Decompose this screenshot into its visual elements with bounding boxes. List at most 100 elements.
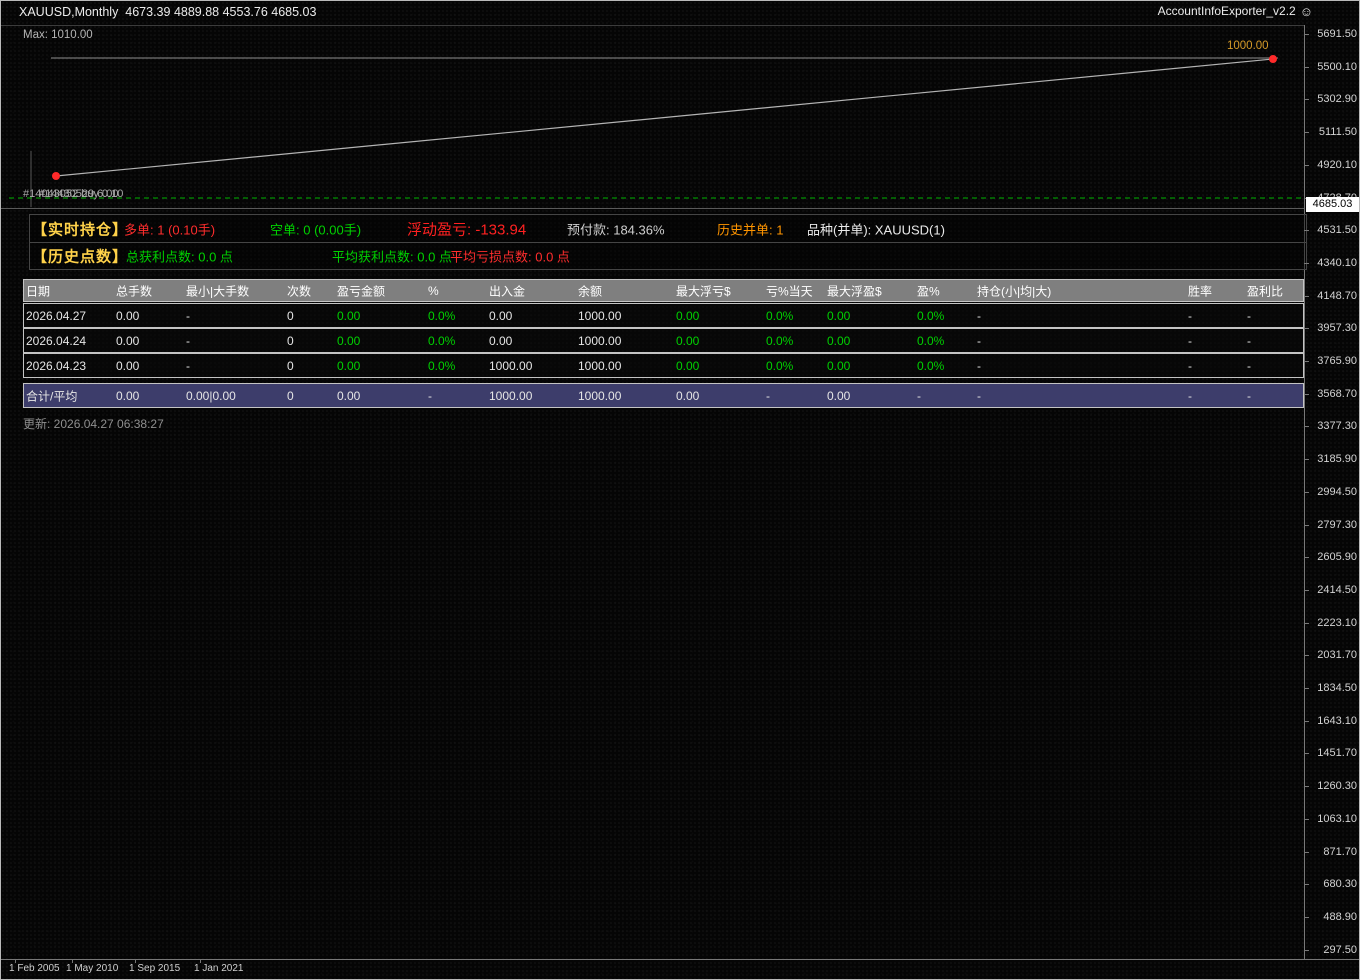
table-cell: 合计/平均 <box>26 389 78 403</box>
table-cell: 0.00 <box>676 333 700 348</box>
balance-end-value-label: 1000.00 <box>1227 40 1269 52</box>
mt4-chart-window: XAUUSD,Monthly 4673.39 4889.88 4553.76 4… <box>0 0 1360 980</box>
update-timestamp: 更新: 2026.04.27 06:38:27 <box>23 417 164 431</box>
table-header-cell: 出入金 <box>489 284 526 298</box>
balance-start-dot <box>52 172 60 180</box>
table-cell: 0.00 <box>489 308 513 323</box>
table-header-cell: % <box>428 283 439 298</box>
table-header-cell: 最小|大手数 <box>186 284 250 298</box>
table-cell: 0.0% <box>917 333 945 348</box>
table-cell: - <box>1247 388 1251 403</box>
table-cell: 0.0% <box>917 308 945 323</box>
table-cell: 0.0% <box>428 333 456 348</box>
realtime-section-label: 【实时持仓】 <box>32 221 129 238</box>
table-cell: - <box>977 358 981 373</box>
table-cell: 0.00 <box>827 388 851 403</box>
table-cell: - <box>977 388 981 403</box>
short-position-value: 空单: 0 (0.00手) <box>270 222 362 237</box>
table-cell: 0.0% <box>428 308 456 323</box>
table-cell: 0.00 <box>676 358 700 373</box>
price-tick-label: 2031.70 <box>1317 649 1357 662</box>
history-merged-value: 历史并单: 1 <box>717 222 784 237</box>
table-cell: 2026.04.24 <box>26 333 87 348</box>
balance-end-dot <box>1269 55 1277 63</box>
table-cell: 0.00 <box>676 388 700 403</box>
time-axis-label: 1 Sep 2015 <box>129 963 181 974</box>
table-cell: 1000.00 <box>578 388 622 403</box>
table-row: 2026.04.23 0.00 - 0 0.00 0.0% 1000.00 1000.00 0.… <box>23 353 1304 378</box>
table-header-cell: 总手数 <box>116 284 153 298</box>
price-tick-label: 2797.30 <box>1317 518 1357 531</box>
table-header-cell: 亏%当天 <box>766 284 813 298</box>
avg-profit-points: 平均获利点数: 0.0 点 <box>332 249 452 265</box>
table-header-cell: 最大浮亏$ <box>676 284 731 298</box>
table-cell: 0.00 <box>116 388 140 403</box>
order-line-label-overlap: #14430529 6.00 <box>39 188 119 200</box>
price-tick-label: 3568.70 <box>1317 387 1357 400</box>
table-cell: 1000.00 <box>578 358 622 373</box>
table-cell: 1000.00 <box>489 358 533 373</box>
table-cell: - <box>766 388 770 403</box>
price-tick-label: 5302.90 <box>1317 93 1357 106</box>
table-cell: 0.0% <box>917 358 945 373</box>
price-tick-label: 2414.50 <box>1317 583 1357 596</box>
table-cell: 0.00 <box>676 308 700 323</box>
price-tick-label: 2605.90 <box>1317 551 1357 564</box>
price-tick-label: 1451.70 <box>1317 747 1357 760</box>
history-points-row: 【历史点数】 总获利点数: 0.0 点 平均获利点数: 0.0 点 平均亏损点数… <box>29 242 1307 270</box>
price-tick-label: 297.50 <box>1323 943 1357 956</box>
table-cell: 0.0% <box>428 358 456 373</box>
symbol-merged-value: 品种(并单): XAUUSD(1) <box>807 222 945 237</box>
balance-line <box>55 58 1274 177</box>
table-cell: 0.00 <box>116 308 140 323</box>
price-tick-label: 3765.90 <box>1317 355 1357 367</box>
time-axis-label: 1 May 2010 <box>66 963 119 974</box>
price-tick-label: 488.90 <box>1323 910 1357 923</box>
table-cell: - <box>917 388 921 403</box>
table-cell: 0.00|0.00 <box>186 388 236 403</box>
table-cell: 0.00 <box>827 333 851 348</box>
price-tick-label: 5111.50 <box>1318 126 1357 139</box>
table-cell: 0 <box>287 308 294 323</box>
table-cell: 0.0% <box>766 358 794 373</box>
price-tick-label: 4531.50 <box>1317 224 1357 237</box>
long-position-value: 多单: 1 (0.10手) <box>124 222 216 237</box>
margin-level-value: 预付款: 184.36% <box>567 222 665 237</box>
table-header-cell: 盈% <box>917 284 940 298</box>
table-cell: - <box>186 358 190 373</box>
table-cell: 0.00 <box>337 358 361 373</box>
price-tick-label: 871.70 <box>1323 845 1357 858</box>
table-row: 2026.04.27 0.00 - 0 0.00 0.0% 0.00 1000.00 0.00 0… <box>23 303 1304 328</box>
floating-pl-value: 浮动盈亏: -133.94 <box>407 221 527 238</box>
table-cell: 0.00 <box>116 358 140 373</box>
table-header-cell: 次数 <box>287 284 312 298</box>
table-cell: 1000.00 <box>578 308 622 323</box>
table-cell: - <box>1247 333 1251 348</box>
chart-max-label: Max: 1010.00 <box>23 29 93 41</box>
table-header-cell: 余额 <box>578 284 603 298</box>
price-tick-label: 1260.30 <box>1317 780 1357 793</box>
price-tick-label: 4920.10 <box>1317 158 1357 171</box>
table-cell: - <box>1188 358 1192 373</box>
price-tick-label: 3185.90 <box>1317 453 1357 466</box>
table-header-cell: 胜率 <box>1188 284 1213 298</box>
price-tick-label: 1063.10 <box>1317 812 1357 825</box>
table-cell: 0.00 <box>489 333 513 348</box>
table-cell: - <box>186 333 190 348</box>
table-cell: - <box>1247 358 1251 373</box>
table-cell: 0.00 <box>337 333 361 348</box>
table-cell: - <box>1188 333 1192 348</box>
price-tick-label: 5500.10 <box>1317 60 1357 73</box>
table-header-cell: 持仓(小|均|大) <box>977 284 1052 298</box>
price-tick-label: 5691.50 <box>1317 28 1357 40</box>
table-cell: 0.00 <box>337 388 361 403</box>
price-tick-label: 4340.10 <box>1317 256 1357 269</box>
table-cell: 0.00 <box>827 308 851 323</box>
price-tick-label: 2994.50 <box>1317 485 1357 498</box>
price-tick-label: 3957.30 <box>1317 322 1357 335</box>
price-tick-label: 2223.10 <box>1317 616 1357 629</box>
table-cell: - <box>1247 308 1251 323</box>
table-cell: - <box>977 333 981 348</box>
table-cell: - <box>1188 388 1192 403</box>
balance-chart-canvas <box>9 55 1303 207</box>
